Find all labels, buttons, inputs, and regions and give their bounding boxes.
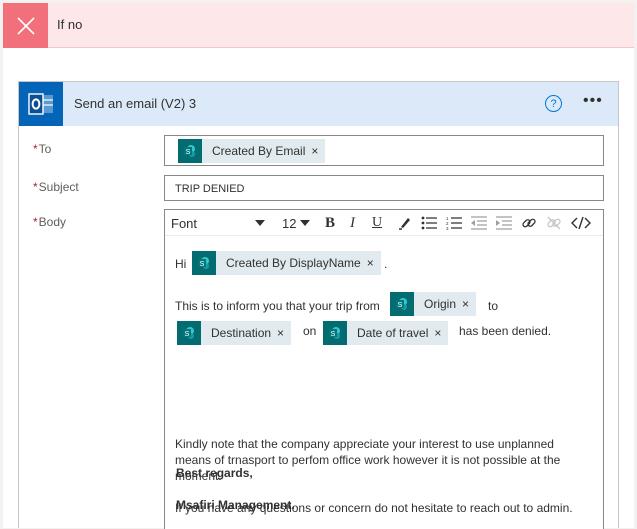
body-label-text: Body	[38, 215, 67, 229]
increase-indent-icon[interactable]	[496, 214, 512, 232]
bullet-list-icon[interactable]	[421, 214, 437, 232]
underline-button[interactable]: U	[372, 214, 382, 232]
token-label: Created By DisplayName	[226, 256, 361, 270]
svg-text:S: S	[185, 331, 190, 338]
font-dropdown[interactable]: Font	[171, 214, 241, 232]
token-origin[interactable]: S Origin ×	[390, 292, 477, 316]
required-mark: *	[33, 180, 38, 194]
remove-token-icon[interactable]: ×	[462, 297, 476, 311]
sharepoint-icon: S	[390, 292, 414, 316]
unlink-icon[interactable]	[546, 214, 562, 232]
to-word-text: to	[488, 299, 499, 313]
font-size-dropdown[interactable]: 12	[282, 214, 296, 232]
italic-button[interactable]: I	[350, 214, 355, 232]
subject-label: *Subject	[33, 180, 79, 194]
sharepoint-icon: S	[177, 321, 201, 345]
svg-text:S: S	[398, 302, 403, 309]
regards-text: Best regards,	[176, 466, 253, 480]
code-view-icon[interactable]	[571, 214, 591, 232]
to-label: *To	[33, 142, 51, 156]
subject-field[interactable]: TRIP DENIED	[164, 175, 604, 201]
help-icon[interactable]: ?	[545, 95, 562, 112]
kindly-line-2: means of trnasport to perfom office work…	[175, 453, 561, 467]
sharepoint-icon: S	[192, 251, 216, 275]
token-label: Origin	[424, 297, 457, 311]
signature-text: Msafiri Management.	[176, 498, 295, 512]
more-options-icon[interactable]: •••	[583, 92, 603, 110]
close-icon[interactable]	[3, 3, 48, 48]
svg-text:S: S	[200, 261, 205, 268]
svg-text:S: S	[186, 149, 191, 156]
decrease-indent-icon[interactable]	[471, 214, 487, 232]
branch-header[interactable]: If no	[3, 3, 634, 48]
body-editor[interactable]: Font 12 B I U 123 Hi S Created By Displa…	[164, 209, 604, 529]
remove-token-icon[interactable]: ×	[277, 326, 291, 340]
greeting-end-text: .	[384, 257, 388, 271]
token-created-by-email[interactable]: S Created By Email ×	[178, 139, 326, 163]
required-mark: *	[33, 215, 38, 229]
denied-text: has been denied.	[459, 324, 552, 338]
bold-button[interactable]: B	[325, 214, 335, 232]
token-label: Date of travel	[357, 326, 429, 340]
inform-text: This is to inform you that your trip fro…	[175, 299, 380, 313]
remove-token-icon[interactable]: ×	[311, 144, 325, 158]
kindly-line-1: Kindly note that the company appreciate …	[175, 437, 554, 451]
rich-text-toolbar: Font 12 B I U 123	[165, 210, 603, 236]
link-icon[interactable]	[521, 214, 537, 232]
send-email-action-card: Send an email (V2) 3 ? ••• *To S Created…	[18, 81, 619, 529]
outlook-icon	[19, 82, 63, 126]
sharepoint-icon: S	[323, 321, 347, 345]
token-date-of-travel[interactable]: S Date of travel ×	[323, 321, 449, 345]
font-size-chevron-icon[interactable]	[299, 214, 311, 232]
remove-token-icon[interactable]: ×	[434, 326, 448, 340]
subject-label-text: Subject	[38, 180, 79, 194]
svg-text:S: S	[331, 331, 336, 338]
font-size-label: 12	[282, 215, 297, 231]
svg-text:3: 3	[446, 226, 449, 230]
token-created-by-displayname[interactable]: S Created By DisplayName ×	[192, 251, 381, 275]
token-label: Destination	[211, 326, 272, 340]
highlight-icon[interactable]	[397, 214, 413, 232]
font-dropdown-chevron-icon[interactable]	[253, 214, 267, 232]
token-label: Created By Email	[212, 144, 306, 158]
branch-title: If no	[57, 17, 83, 32]
action-title: Send an email (V2) 3	[74, 96, 197, 111]
token-destination[interactable]: S Destination ×	[177, 321, 292, 345]
action-header[interactable]: Send an email (V2) 3 ? •••	[19, 82, 618, 126]
numbered-list-icon[interactable]: 123	[446, 214, 462, 232]
on-word-text: on	[303, 324, 317, 338]
remove-token-icon[interactable]: ×	[367, 256, 381, 270]
body-label: *Body	[33, 215, 66, 229]
subject-value: TRIP DENIED	[175, 183, 245, 195]
required-mark: *	[33, 142, 38, 156]
to-label-text: To	[38, 142, 52, 156]
greeting-text: Hi	[175, 257, 187, 271]
to-field[interactable]: S Created By Email ×	[164, 135, 604, 166]
font-label: Font	[171, 215, 198, 231]
sharepoint-icon: S	[178, 139, 202, 163]
